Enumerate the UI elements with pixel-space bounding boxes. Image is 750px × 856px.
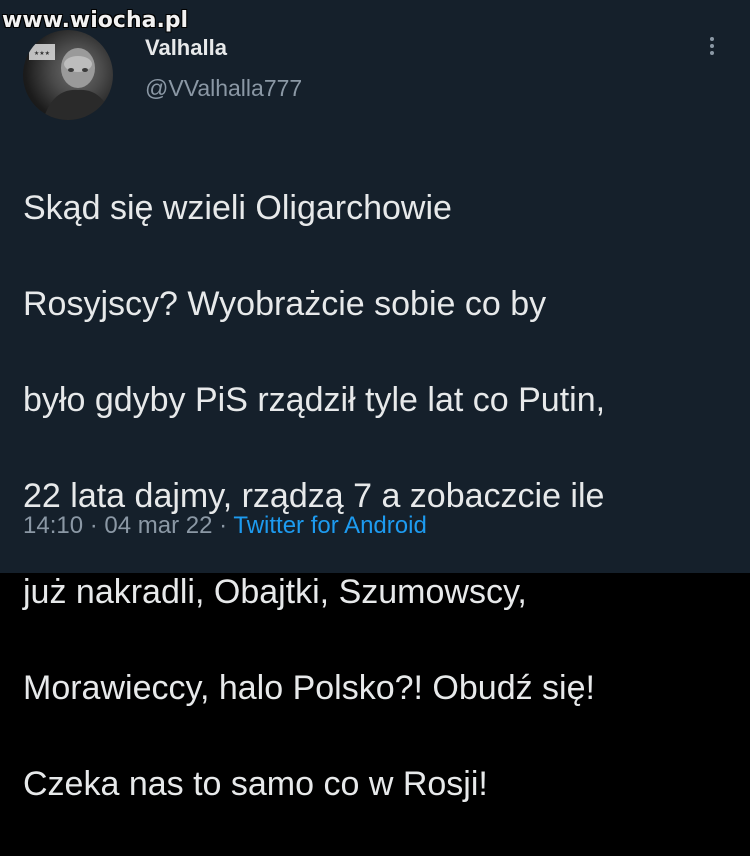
more-vertical-icon[interactable] — [700, 34, 724, 64]
tweet-text: Skąd się wzieli Oligarchowie Rosyjscy? W… — [23, 136, 738, 856]
tweet-card: www.wiocha.pl ★★★ Valhalla @VValhalla777… — [0, 0, 750, 803]
svg-text:★★★: ★★★ — [34, 50, 50, 57]
user-handle[interactable]: @VValhalla777 — [145, 75, 302, 102]
meta-separator: · — [219, 512, 228, 539]
tweet-text-line: Morawieccy, halo Polsko?! Obudź się! — [23, 669, 595, 707]
tweet-date[interactable]: 04 mar 22 — [104, 512, 212, 539]
tweet-text-line: Rosyjscy? Wyobrażcie sobie co by — [23, 285, 547, 323]
tweet-text-line: Czeka nas to samo co w Rosji! — [23, 765, 488, 803]
tweet-text-line: Skąd się wzieli Oligarchowie — [23, 189, 452, 227]
tweet-text-line: już nakradli, Obajtki, Szumowscy, — [23, 573, 527, 611]
tweet-time[interactable]: 14:10 — [23, 512, 83, 539]
tweet-text-line: było gdyby PiS rządził tyle lat co Putin… — [23, 381, 606, 419]
display-name[interactable]: Valhalla — [145, 35, 227, 61]
avatar[interactable]: ★★★ — [23, 30, 113, 120]
watermark: www.wiocha.pl — [2, 8, 189, 33]
tweet-source-link[interactable]: Twitter for Android — [233, 512, 426, 539]
meta-separator: · — [89, 512, 98, 539]
tweet-meta: 14:10 · 04 mar 22 · Twitter for Android — [23, 512, 427, 540]
avatar-image: ★★★ — [29, 44, 113, 120]
